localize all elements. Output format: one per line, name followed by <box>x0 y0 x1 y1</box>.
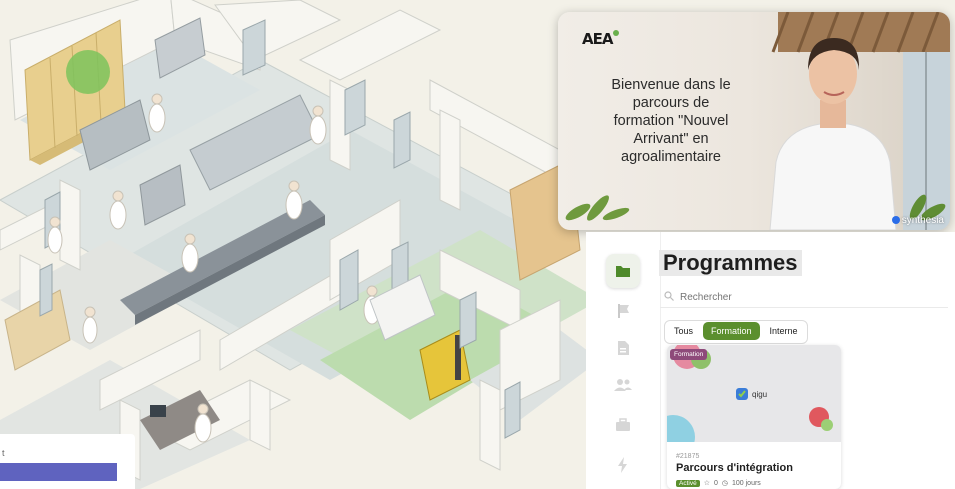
programme-card[interactable]: Formation qigu #21875 Parcours d'intégra… <box>667 345 841 489</box>
sidebar-item-flag[interactable] <box>606 294 640 328</box>
search-bar[interactable] <box>660 287 948 308</box>
users-icon <box>614 379 632 391</box>
sidebar-item-programmes[interactable] <box>606 254 640 288</box>
card-category-badge: Formation <box>670 349 708 360</box>
card-meta: Activé ☆ 0 ◷ 100 jours <box>676 479 761 487</box>
qigu-logo: qigu <box>735 387 767 401</box>
synthesia-icon <box>891 216 900 225</box>
flag-icon <box>618 304 629 318</box>
synthesia-watermark: synthesia <box>891 215 944 226</box>
welcome-line: parcours de <box>632 95 710 111</box>
aea-logo: AEA <box>582 30 620 48</box>
welcome-line: formation "Nouvel <box>613 113 729 129</box>
sidebar <box>586 232 661 489</box>
card-code: #21875 <box>676 453 700 460</box>
filter-tabs: Tous Formation Interne <box>664 320 808 344</box>
status-badge: Activé <box>676 479 700 487</box>
app-panel: Programmes Tous Formation Interne Format… <box>586 232 955 489</box>
page-title: Programmes <box>659 250 802 276</box>
welcome-line: Bienvenue dans le <box>611 77 731 93</box>
qigu-icon <box>736 388 748 400</box>
folder-icon <box>616 266 630 277</box>
sidebar-item-automations[interactable] <box>606 448 640 482</box>
tab-interne[interactable]: Interne <box>762 322 806 340</box>
tab-formation[interactable]: Formation <box>703 322 760 340</box>
welcome-video[interactable]: AEA Bienvenue dans le parcours de format… <box>558 12 950 230</box>
duration-value: 100 jours <box>732 479 761 487</box>
rating-value: 0 <box>713 479 718 487</box>
tab-tous[interactable]: Tous <box>666 322 701 340</box>
sidebar-item-documents[interactable] <box>606 331 640 365</box>
sidebar-item-briefcase[interactable] <box>606 408 640 442</box>
document-icon <box>618 341 629 355</box>
overlay-input-bar[interactable] <box>0 463 117 481</box>
welcome-message: Bienvenue dans le parcours de formation … <box>588 76 754 166</box>
star-icon: ☆ <box>703 480 710 487</box>
overlay-text-fragment: t <box>2 448 5 458</box>
left-overlay-panel: t <box>0 434 135 489</box>
welcome-line: Arrivant" en <box>633 131 709 147</box>
lightning-icon <box>618 457 627 473</box>
search-input[interactable] <box>678 288 922 306</box>
card-thumbnail: Formation qigu <box>667 345 841 442</box>
welcome-line: agroalimentaire <box>621 149 721 165</box>
card-title: Parcours d'intégration <box>676 462 793 474</box>
sidebar-item-users[interactable] <box>606 368 640 402</box>
briefcase-icon <box>616 418 630 431</box>
search-icon <box>664 291 674 301</box>
clock-icon: ◷ <box>721 480 728 487</box>
